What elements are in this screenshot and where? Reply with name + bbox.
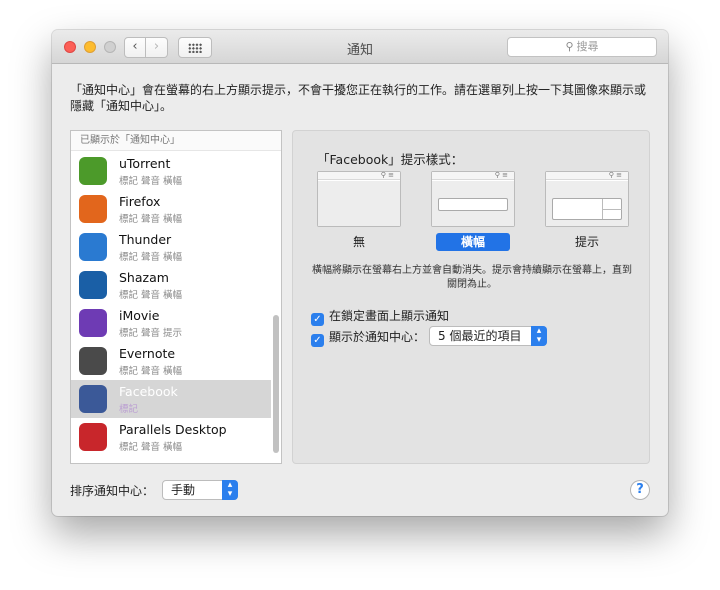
search-list-icon: ⚲ ≡ bbox=[608, 171, 622, 179]
style-label-banner[interactable]: 橫幅 bbox=[436, 233, 510, 251]
parallels-icon bbox=[79, 423, 107, 451]
description-text: 「通知中心」會在螢幕的右上方顯示提示，不會干擾您正在執行的工作。請在選單列上按一… bbox=[70, 83, 647, 113]
style-description: 橫幅將顯示在螢幕右上方並會自動消失。提示會持續顯示在螢幕上，直到關閉為止。 bbox=[312, 265, 632, 290]
show-in-center-row[interactable]: ✓ 顯示於通知中心： bbox=[311, 329, 426, 347]
app-row[interactable]: Shazam 標記 聲音 橫幅 bbox=[71, 266, 271, 304]
app-name: uTorrent bbox=[119, 156, 171, 171]
facebook-icon bbox=[79, 385, 107, 413]
utorrent-icon bbox=[79, 157, 107, 185]
title-bar: ‹ › 通知 ⚲ 搜尋 bbox=[52, 30, 668, 64]
app-alert-types: 標記 聲音 橫幅 bbox=[119, 290, 183, 301]
search-input[interactable]: ⚲ 搜尋 bbox=[507, 37, 657, 57]
app-alert-types: 標記 聲音 橫幅 bbox=[119, 442, 183, 453]
imovie-icon bbox=[79, 309, 107, 337]
recent-items-value: 5 個最近的項目 bbox=[438, 329, 522, 343]
app-name: Parallels Desktop bbox=[119, 422, 227, 437]
app-name: Facebook bbox=[119, 384, 178, 399]
sort-label: 排序通知中心： bbox=[70, 484, 155, 498]
detail-panel: 「Facebook」提示樣式： ⚲ ≡ ⚲ ≡ ⚲ ≡ 無 橫幅 提示 橫幅將顯… bbox=[292, 130, 650, 464]
show-in-center-checkbox[interactable]: ✓ bbox=[311, 334, 324, 347]
app-alert-types: 標記 聲音 橫幅 bbox=[119, 366, 183, 377]
app-row[interactable]: Firefox 標記 聲音 橫幅 bbox=[71, 190, 271, 228]
lock-screen-label: 在鎖定畫面上顯示通知 bbox=[329, 309, 450, 323]
updown-arrow-icon: ▴ ▾ bbox=[222, 480, 238, 500]
app-alert-types: 標記 聲音 橫幅 bbox=[119, 176, 183, 187]
sort-value: 手動 bbox=[171, 483, 196, 497]
search-placeholder: 搜尋 bbox=[576, 40, 599, 53]
list-header: 已顯示於「通知中心」 bbox=[71, 131, 281, 151]
app-name: Shazam bbox=[119, 270, 169, 285]
app-name: Firefox bbox=[119, 194, 161, 209]
help-button[interactable]: ? bbox=[630, 480, 650, 500]
style-option-banner[interactable]: ⚲ ≡ bbox=[431, 171, 515, 227]
style-option-none[interactable]: ⚲ ≡ bbox=[317, 171, 401, 227]
updown-arrow-icon: ▴ ▾ bbox=[531, 326, 547, 346]
app-list: 已顯示於「通知中心」 uTorrent 標記 聲音 橫幅 Firefox 標記 聲音 … bbox=[70, 130, 282, 464]
lock-screen-checkbox[interactable]: ✓ bbox=[311, 313, 324, 326]
style-label-alert[interactable]: 提示 bbox=[545, 233, 629, 251]
app-name: Thunder bbox=[119, 232, 172, 247]
app-row[interactable]: Thunder 標記 聲音 橫幅 bbox=[71, 228, 271, 266]
sort-select[interactable]: 手動 ▴ ▾ bbox=[162, 480, 238, 500]
app-name: Evernote bbox=[119, 346, 176, 361]
style-label-none[interactable]: 無 bbox=[317, 233, 401, 251]
recent-items-select[interactable]: 5 個最近的項目 ▴ ▾ bbox=[429, 326, 547, 346]
alert-style-title: 「Facebook」提示樣式： bbox=[317, 152, 464, 167]
style-option-alert[interactable]: ⚲ ≡ bbox=[545, 171, 629, 227]
app-row[interactable]: Parallels Desktop 標記 聲音 橫幅 bbox=[71, 418, 271, 456]
thunder-icon bbox=[79, 233, 107, 261]
app-alert-types: 標記 聲音 橫幅 bbox=[119, 214, 183, 225]
preferences-window: ‹ › 通知 ⚲ 搜尋 「通知中心」會在螢幕的右上方顯示提示，不會干擾您正在執行的… bbox=[52, 30, 668, 516]
shazam-icon bbox=[79, 271, 107, 299]
search-icon: ⚲ bbox=[565, 40, 574, 53]
app-row[interactable]: iMovie 標記 聲音 提示 bbox=[71, 304, 271, 342]
app-alert-types: 標記 聲音 橫幅 bbox=[119, 252, 183, 263]
firefox-icon bbox=[79, 195, 107, 223]
app-row[interactable]: Facebook 標記 bbox=[71, 380, 271, 418]
lock-screen-row[interactable]: ✓ 在鎖定畫面上顯示通知 bbox=[311, 308, 450, 326]
app-name: iMovie bbox=[119, 308, 160, 323]
show-in-center-label: 顯示於通知中心： bbox=[329, 330, 426, 344]
app-alert-types: 標記 bbox=[119, 404, 139, 415]
search-list-icon: ⚲ ≡ bbox=[380, 171, 394, 179]
evernote-icon bbox=[79, 347, 107, 375]
app-alert-types: 標記 聲音 提示 bbox=[119, 328, 183, 339]
search-list-icon: ⚲ ≡ bbox=[494, 171, 508, 179]
app-row[interactable]: Evernote 標記 聲音 橫幅 bbox=[71, 342, 271, 380]
list-scrollbar[interactable] bbox=[273, 315, 279, 453]
app-row[interactable]: uTorrent 標記 聲音 橫幅 bbox=[71, 152, 271, 190]
